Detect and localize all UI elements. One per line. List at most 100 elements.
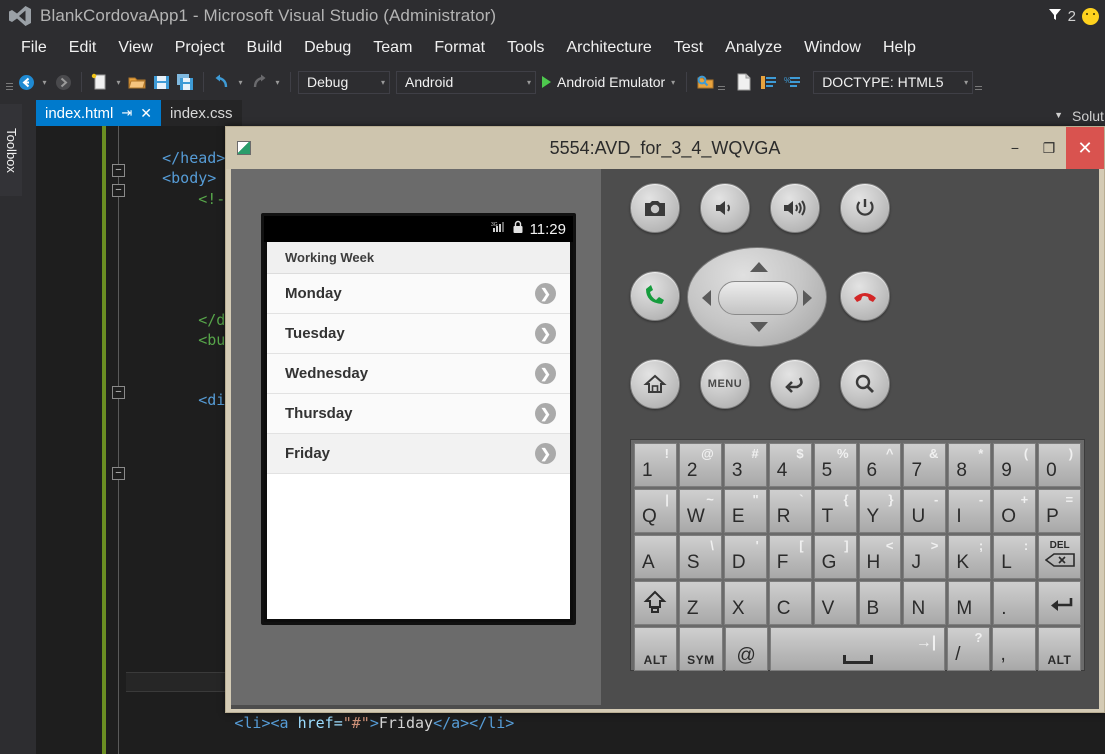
back-button[interactable] [770, 359, 820, 409]
key-5[interactable]: 5% [813, 443, 857, 487]
open-file-icon[interactable] [126, 70, 148, 94]
menu-item-debug[interactable]: Debug [293, 36, 362, 60]
dpad-up-icon[interactable] [750, 262, 768, 272]
call-button[interactable] [630, 271, 680, 321]
emulator-close-button[interactable]: ✕ [1066, 127, 1104, 169]
key-sym[interactable]: SYM [679, 627, 723, 671]
emulator-minimize-button[interactable]: − [998, 127, 1032, 169]
android-app-screen[interactable]: Working Week Monday ❯ Tuesday ❯ Wednesda… [267, 242, 570, 619]
save-icon[interactable] [150, 70, 172, 94]
key-slash[interactable]: /? [947, 627, 991, 671]
menu-item-build[interactable]: Build [236, 36, 294, 60]
fold-toggle-div[interactable]: − [112, 386, 125, 399]
key-6[interactable]: 6 ^ [858, 443, 902, 487]
new-item-dropdown-caret[interactable]: ▾ [113, 70, 124, 94]
fold-toggle-comment[interactable]: − [112, 184, 125, 197]
key-delete[interactable]: DEL [1038, 535, 1082, 579]
menu-item-tools[interactable]: Tools [496, 36, 555, 60]
doctype-combo[interactable]: DOCTYPE: HTML5 ▾ [813, 70, 974, 94]
fold-toggle-body[interactable]: − [112, 164, 125, 177]
browse-with-icon[interactable] [694, 70, 716, 94]
new-page-icon[interactable] [733, 70, 755, 94]
key-space[interactable]: →| [769, 627, 946, 671]
dpad-center-button[interactable] [718, 281, 798, 315]
toolbar-grip[interactable] [6, 70, 13, 94]
key-p[interactable]: P = [1038, 489, 1082, 533]
emulator-keyboard[interactable]: 1! 2 @ 3 # 4 $ 5% 6 ^ 7 & 8 * 9( 0) Q | W ~ E " R… [630, 439, 1085, 671]
tab-index-css[interactable]: index.css [161, 100, 242, 126]
toolbox-panel-tab[interactable]: Toolbox [0, 104, 22, 196]
hangup-button[interactable] [840, 271, 890, 321]
key-c[interactable]: C [768, 581, 812, 625]
notification-funnel-icon[interactable] [1048, 7, 1062, 26]
chevron-down-icon[interactable]: ▾ [671, 78, 675, 87]
key-1[interactable]: 1! [634, 443, 677, 487]
power-button[interactable] [840, 183, 890, 233]
notification-count[interactable]: 2 [1068, 8, 1076, 25]
key-m[interactable]: M [948, 581, 992, 625]
key-b[interactable]: B [858, 581, 902, 625]
dpad-control[interactable] [687, 247, 827, 347]
key-f[interactable]: F[ [768, 535, 812, 579]
menu-item-format[interactable]: Format [423, 36, 496, 60]
key-r[interactable]: R ` [768, 489, 812, 533]
undo-icon[interactable] [211, 70, 233, 94]
key-v[interactable]: V [813, 581, 857, 625]
dpad-left-icon[interactable] [702, 290, 711, 306]
emulator-maximize-button[interactable]: ❐ [1032, 127, 1066, 169]
key-3[interactable]: 3 # [723, 443, 767, 487]
menu-item-window[interactable]: Window [793, 36, 872, 60]
key-0[interactable]: 0) [1038, 443, 1082, 487]
start-debug-button[interactable]: Android Emulator ▾ [538, 74, 679, 90]
menu-item-architecture[interactable]: Architecture [555, 36, 662, 60]
key-a[interactable]: A [634, 535, 677, 579]
key-g[interactable]: G] [813, 535, 857, 579]
key-period[interactable]: . [993, 581, 1037, 625]
smiley-feedback-icon[interactable] [1082, 7, 1099, 25]
key-h[interactable]: H < [858, 535, 902, 579]
menu-item-project[interactable]: Project [164, 36, 236, 60]
key-comma[interactable]: , [992, 627, 1036, 671]
close-icon[interactable]: ✕ [140, 105, 152, 122]
key-i[interactable]: I- [948, 489, 992, 533]
volume-up-button[interactable] [770, 183, 820, 233]
key-o[interactable]: O + [993, 489, 1037, 533]
key-enter[interactable] [1038, 581, 1082, 625]
save-all-icon[interactable] [174, 70, 196, 94]
menu-item-file[interactable]: File [10, 36, 58, 60]
key-z[interactable]: Z [678, 581, 722, 625]
toolbar-overflow-2[interactable] [975, 70, 983, 94]
key-8[interactable]: 8 * [948, 443, 992, 487]
redo-icon[interactable] [248, 70, 270, 94]
camera-button[interactable] [630, 183, 680, 233]
undo-dropdown-caret[interactable]: ▾ [235, 70, 246, 94]
key-9[interactable]: 9( [993, 443, 1037, 487]
list-item-wednesday[interactable]: Wednesday ❯ [267, 354, 570, 394]
format-document-icon[interactable] [757, 70, 779, 94]
key-e[interactable]: E " [723, 489, 767, 533]
redo-dropdown-caret[interactable]: ▾ [272, 70, 283, 94]
dpad-down-icon[interactable] [750, 322, 768, 332]
key-x[interactable]: X [723, 581, 767, 625]
list-item-friday[interactable]: Friday ❯ [267, 434, 570, 474]
key-u[interactable]: U- [903, 489, 947, 533]
solution-configuration-combo[interactable]: Debug ▾ [298, 70, 390, 94]
home-button[interactable] [630, 359, 680, 409]
key-t[interactable]: T{ [813, 489, 857, 533]
key-k[interactable]: K; [948, 535, 992, 579]
key-7[interactable]: 7 & [903, 443, 947, 487]
key-s[interactable]: S \ [678, 535, 722, 579]
key-2[interactable]: 2 @ [678, 443, 722, 487]
chevron-down-icon[interactable]: ▼ [1054, 110, 1063, 120]
toolbar-overflow[interactable] [718, 70, 726, 94]
key-y[interactable]: Y} [858, 489, 902, 533]
solution-platform-combo[interactable]: Android ▾ [396, 70, 536, 94]
tab-index-html[interactable]: index.html ⇥ ✕ [36, 100, 162, 126]
emulator-title-bar[interactable]: 5554:AVD_for_3_4_WQVGA [226, 127, 1104, 169]
menu-button[interactable]: MENU [700, 359, 750, 409]
key-n[interactable]: N [903, 581, 947, 625]
key-d[interactable]: D ' [723, 535, 767, 579]
search-button[interactable] [840, 359, 890, 409]
menu-item-test[interactable]: Test [663, 36, 714, 60]
android-emulator-window[interactable]: 5554:AVD_for_3_4_WQVGA − ❐ ✕ 3G 11:29 Wo… [225, 126, 1105, 713]
